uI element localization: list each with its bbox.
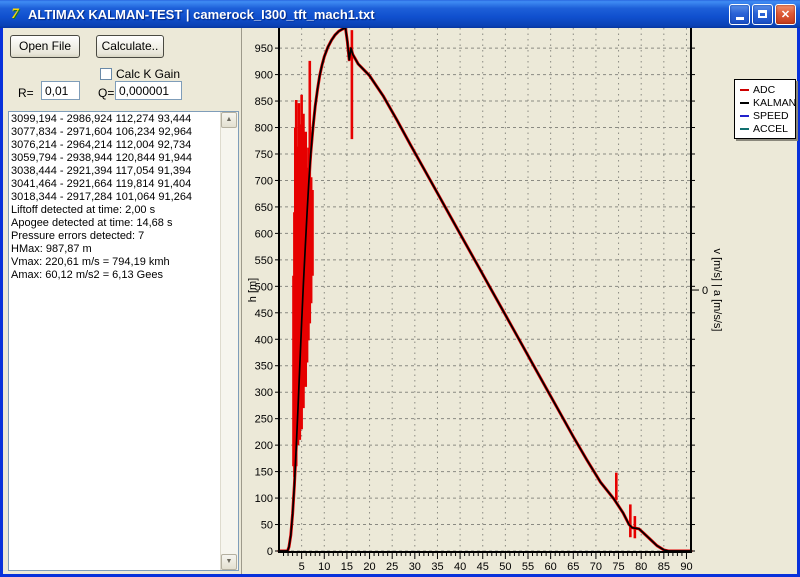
y-tick-label: 950	[255, 43, 273, 55]
y-tick-label: 550	[255, 255, 273, 267]
open-file-button[interactable]: Open File	[10, 35, 80, 58]
legend-color-dash	[740, 102, 749, 104]
window-title: ALTIMAX KALMAN-TEST | camerock_I300_tft_…	[28, 7, 729, 22]
legend-label: ACCEL	[753, 123, 788, 135]
x-tick-label: 25	[386, 561, 398, 573]
legend-item-accel: ACCEL	[740, 122, 791, 135]
x-tick-label: 60	[545, 561, 557, 573]
y-tick-label: 50	[261, 520, 273, 532]
close-icon: ✕	[781, 8, 790, 21]
log-text: 3099,194 - 2986,924 112,274 93,444 3077,…	[11, 113, 220, 569]
app-window: 7 ALTIMAX KALMAN-TEST | camerock_I300_tf…	[0, 0, 800, 577]
scroll-down-button[interactable]: ▼	[221, 554, 237, 570]
y-tick-label: 400	[255, 334, 273, 346]
x-tick-label: 85	[658, 561, 670, 573]
y-tick-label: 700	[255, 175, 273, 187]
legend-item-speed: SPEED	[740, 109, 791, 122]
legend-label: KALMAN	[753, 97, 796, 109]
maximize-icon	[758, 10, 767, 18]
y-tick-label: 900	[255, 70, 273, 82]
calc-k-gain-checkbox[interactable]	[100, 68, 112, 80]
title-bar[interactable]: 7 ALTIMAX KALMAN-TEST | camerock_I300_tf…	[0, 0, 800, 28]
chart-legend: ADCKALMANSPEEDACCEL	[734, 79, 796, 139]
memo-scrollbar[interactable]: ▲ ▼	[220, 112, 238, 570]
right-zero-label: 0	[702, 285, 708, 297]
app-icon: 7	[6, 5, 24, 23]
flight-chart[interactable]: 0501001502002503003504004505005506006507…	[242, 28, 798, 574]
y-tick-label: 450	[255, 308, 273, 320]
y-tick-label: 100	[255, 493, 273, 505]
legend-item-adc: ADC	[740, 83, 791, 96]
x-tick-label: 35	[431, 561, 443, 573]
legend-label: SPEED	[753, 110, 789, 122]
x-tick-label: 30	[409, 561, 421, 573]
y-axis-title-right: v [m/s] | a [m/s/s]	[711, 249, 723, 332]
x-tick-label: 15	[341, 561, 353, 573]
legend-item-kalman: KALMAN	[740, 96, 791, 109]
series-kalman	[279, 28, 691, 551]
y-tick-label: 250	[255, 414, 273, 426]
x-tick-label: 40	[454, 561, 466, 573]
y-tick-label: 750	[255, 149, 273, 161]
chevron-down-icon: ▼	[226, 558, 233, 565]
y-tick-label: 350	[255, 361, 273, 373]
x-tick-label: 75	[612, 561, 624, 573]
log-memo[interactable]: 3099,194 - 2986,924 112,274 93,444 3077,…	[8, 111, 239, 571]
y-tick-label: 200	[255, 440, 273, 452]
q-input[interactable]	[115, 81, 182, 100]
r-input[interactable]	[41, 81, 80, 100]
legend-color-dash	[740, 128, 749, 130]
client-area: Open File Calculate.. Calc K Gain R= Q= …	[3, 28, 797, 574]
legend-color-dash	[740, 89, 749, 91]
y-tick-label: 650	[255, 202, 273, 214]
legend-label: ADC	[753, 84, 775, 96]
y-tick-label: 0	[267, 546, 273, 558]
x-tick-label: 70	[590, 561, 602, 573]
y-axis-title-left: h [m]	[247, 278, 259, 302]
chart-panel: 0501001502002503003504004505005506006507…	[241, 28, 797, 574]
x-tick-label: 90	[680, 561, 692, 573]
x-tick-label: 65	[567, 561, 579, 573]
r-label: R=	[18, 86, 34, 100]
chevron-up-icon: ▲	[226, 116, 233, 123]
scroll-up-button[interactable]: ▲	[221, 112, 237, 128]
calc-k-gain-label: Calc K Gain	[116, 67, 180, 81]
minimize-button[interactable]	[729, 4, 750, 25]
x-tick-label: 10	[318, 561, 330, 573]
q-label: Q=	[98, 86, 114, 100]
y-tick-label: 600	[255, 228, 273, 240]
x-tick-label: 50	[499, 561, 511, 573]
y-tick-label: 850	[255, 96, 273, 108]
legend-color-dash	[740, 115, 749, 117]
x-tick-label: 45	[477, 561, 489, 573]
calc-k-gain-row: Calc K Gain	[100, 67, 180, 81]
x-tick-label: 80	[635, 561, 647, 573]
x-tick-label: 55	[522, 561, 534, 573]
calculate-button[interactable]: Calculate..	[96, 35, 164, 58]
y-tick-label: 150	[255, 467, 273, 479]
minimize-icon	[736, 17, 744, 20]
close-button[interactable]: ✕	[775, 4, 796, 25]
y-tick-label: 800	[255, 123, 273, 135]
y-tick-label: 300	[255, 387, 273, 399]
maximize-button[interactable]	[752, 4, 773, 25]
x-tick-label: 20	[363, 561, 375, 573]
series-adc	[279, 28, 691, 551]
x-tick-label: 5	[299, 561, 305, 573]
